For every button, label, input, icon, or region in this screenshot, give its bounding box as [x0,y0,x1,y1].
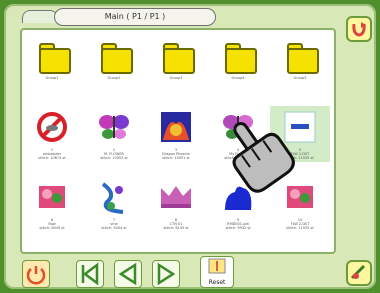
item-caption: Group5 [293,76,307,80]
item-caption: Group2 [107,76,121,80]
next-page-button[interactable] [152,260,180,288]
reset-icon [208,258,226,274]
crown-icon [161,186,191,208]
page-title: Main ( P1 / P1 ) [54,8,216,26]
vine-icon [101,182,124,214]
reset-button[interactable]: Reset [200,256,234,288]
screen: Main ( P1 / P1 ) Group1 Group2 Group3 Gr… [4,4,376,289]
first-page-icon [81,262,99,286]
folder-item[interactable]: Group1 [22,34,82,90]
item-caption: 7 vine stitch: 5004 st [101,218,127,230]
design-item[interactable]: 2 M. FLOWER stitch: 10052 st [84,106,144,162]
back-button[interactable] [346,16,372,42]
reset-label: Reset [208,279,226,286]
pointer-hand-icon [232,122,295,193]
item-caption: Group1 [45,76,59,80]
item-caption: 1 embroider stitch: 10674 st [38,148,66,160]
item-caption: 9 RMD001.pat stitch: 9932 st [225,218,251,230]
return-icon [352,22,366,37]
next-page-icon [157,262,176,286]
dragon-phoenix-icon [161,112,191,142]
item-caption: 3 Dragon Phoenix stitch: 10051 st [162,148,190,160]
power-icon [26,266,46,285]
flower-icon [39,186,65,208]
design-item[interactable]: 8 CTN 01 stitch: 6145 st [146,176,206,232]
power-button[interactable] [22,260,50,288]
no-symbol-icon [37,112,67,142]
folder-item[interactable]: Group5 [270,34,330,90]
design-item[interactable]: 7 vine stitch: 5004 st [84,176,144,232]
prev-page-button[interactable] [114,260,142,288]
folder-item[interactable]: Group2 [84,34,144,90]
design-item[interactable]: 3 Dragon Phoenix stitch: 10051 st [146,106,206,162]
design-item[interactable]: 1 embroider stitch: 10674 st [22,106,82,162]
item-caption: Group3 [169,76,183,80]
folder-item[interactable]: Group4 [208,34,268,90]
item-caption: 10 FLW 2.DST stitch: 11535 st [286,218,314,230]
design-item[interactable]: 6 flow stitch: 6045 st [22,176,82,232]
header-tab-decoration [22,10,58,23]
first-page-button[interactable] [76,260,104,288]
item-caption: 6 flow stitch: 6045 st [39,218,65,230]
bottom-toolbar: Reset [14,256,374,290]
item-caption: Group4 [231,76,245,80]
prev-page-icon [118,262,137,286]
item-caption: 2 M. FLOWER stitch: 10052 st [100,148,128,160]
folder-item[interactable]: Group3 [146,34,206,90]
butterfly-icon [99,115,129,139]
item-caption: 8 CTN 01 stitch: 6145 st [163,218,189,230]
